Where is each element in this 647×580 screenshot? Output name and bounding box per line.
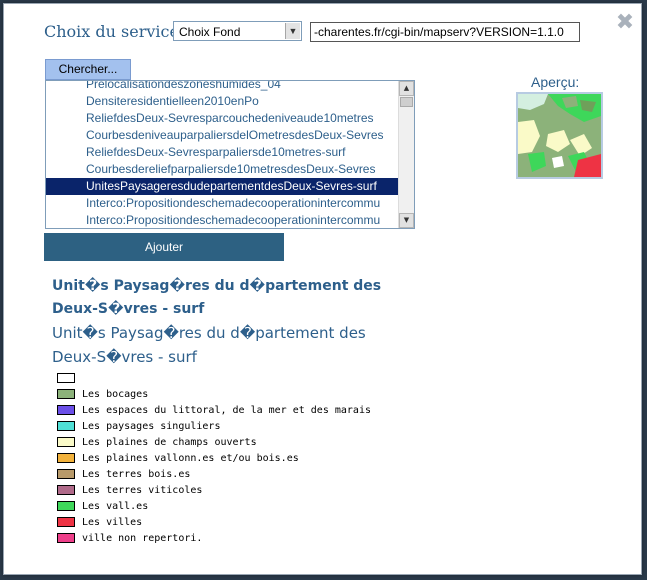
chevron-down-icon[interactable]: ▼ [285, 23, 300, 39]
legend-swatch [57, 533, 75, 543]
scroll-up-icon[interactable]: ▲ [399, 81, 414, 96]
search-button[interactable]: Chercher... [45, 59, 131, 80]
legend-row: Les terres viticoles [57, 482, 371, 498]
legend-swatch [57, 453, 75, 463]
legend-row: Les terres bois.es [57, 466, 371, 482]
legend-label: ville non repertori. [82, 532, 203, 544]
service-label: Choix du service: [44, 22, 185, 41]
legend-row: Les vall.es [57, 498, 371, 514]
layer-list-item[interactable]: Interco:Propositiondeschemadecooperation… [46, 212, 401, 228]
layer-list-scrollbar[interactable]: ▲ ▼ [398, 81, 414, 228]
legend-row: Les plaines vallonn.es et/ou bois.es [57, 450, 371, 466]
layer-list-item[interactable]: Densiteresidentielleen2010enPo [46, 93, 401, 110]
layer-dialog: ✖ Choix du service: Choix Fond ▼ -charen… [3, 3, 642, 575]
legend-row: Les villes [57, 514, 371, 530]
legend-label: Les vall.es [82, 500, 149, 512]
legend-row [57, 370, 371, 386]
legend-swatch [57, 469, 75, 479]
legend: Les bocages Les espaces du littoral, de l… [57, 370, 371, 546]
legend-row: Les plaines de champs ouverts [57, 434, 371, 450]
legend-label: Les paysages singuliers [82, 420, 221, 432]
legend-row: Les bocages [57, 386, 371, 402]
legend-row: ville non repertori. [57, 530, 371, 546]
layer-list-items: Prelocalisationdeszoneshumides_04 Densite… [46, 81, 401, 228]
legend-swatch [57, 501, 75, 511]
legend-swatch [57, 485, 75, 495]
legend-swatch [57, 517, 75, 527]
service-url-input[interactable]: -charentes.fr/cgi-bin/mapserv?VERSION=1.… [310, 22, 580, 42]
preview-map-image [518, 94, 601, 177]
legend-row: Les paysages singuliers [57, 418, 371, 434]
legend-swatch [57, 437, 75, 447]
service-select[interactable]: Choix Fond ▼ [173, 21, 302, 41]
scroll-thumb[interactable] [400, 97, 413, 107]
service-select-value: Choix Fond [179, 25, 241, 39]
layer-list[interactable]: Prelocalisationdeszoneshumides_04 Densite… [45, 80, 415, 229]
layer-list-item[interactable]: ReliefdesDeux-Sevresparpaliersde10metres… [46, 144, 401, 161]
legend-swatch [57, 421, 75, 431]
legend-label: Les plaines de champs ouverts [82, 436, 257, 448]
legend-subtitle: Unit�s Paysag�res du d�partement des Deu… [52, 324, 366, 366]
layer-list-item[interactable]: Prelocalisationdeszoneshumides_04 [46, 81, 401, 93]
legend-label: Les plaines vallonn.es et/ou bois.es [82, 452, 299, 464]
legend-label: Les bocages [82, 388, 149, 400]
preview-map [516, 92, 603, 179]
layer-list-item[interactable]: Interco:Propositiondeschemadecooperation… [46, 195, 401, 212]
layer-list-item[interactable]: Courbesdereliefparpaliersde10metresdesDe… [46, 161, 401, 178]
legend-label: Les terres bois.es [82, 468, 191, 480]
scroll-down-icon[interactable]: ▼ [399, 213, 414, 228]
close-icon[interactable]: ✖ [615, 12, 635, 34]
legend-row: Les espaces du littoral, de la mer et de… [57, 402, 371, 418]
legend-label: Les terres viticoles [82, 484, 203, 496]
add-button[interactable]: Ajouter [44, 233, 284, 261]
preview-label: Aperçu: [531, 74, 580, 90]
layer-list-item[interactable]: CourbesdeniveauparpaliersdelOmetresdesDe… [46, 127, 401, 144]
legend-swatch [57, 373, 75, 383]
legend-swatch [57, 389, 75, 399]
legend-title: Unit�s Paysag�res du d�partement des Deu… [52, 278, 382, 317]
legend-label: Les villes [82, 516, 143, 528]
layer-list-item[interactable]: ReliefdesDeux-Sevresparcouchedeniveaude1… [46, 110, 401, 127]
legend-label: Les espaces du littoral, de la mer et de… [82, 404, 371, 416]
legend-swatch [57, 405, 75, 415]
layer-list-item[interactable]: UnitesPaysageresdudepartementdesDeux-Sev… [46, 178, 401, 195]
